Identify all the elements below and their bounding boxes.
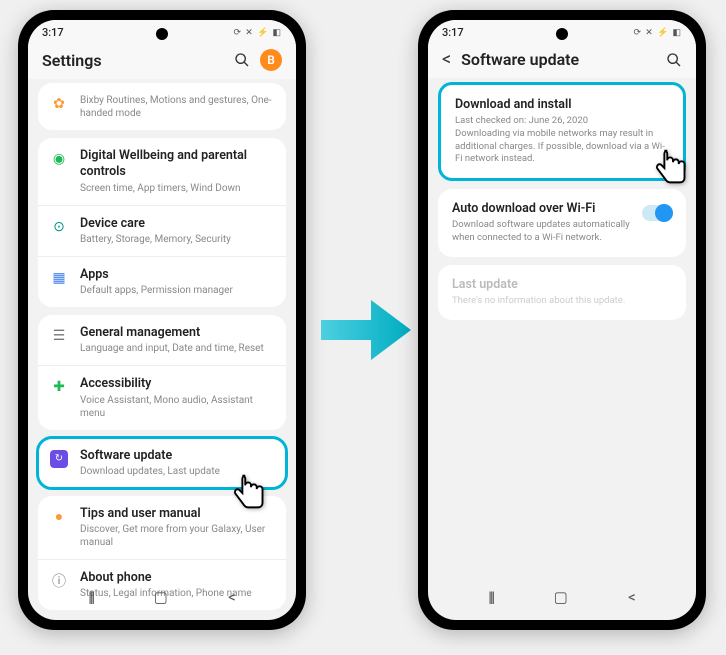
last-update-card: Last update There's no information about…	[438, 265, 686, 320]
status-time: 3:17	[442, 26, 464, 39]
auto-download-toggle[interactable]	[642, 205, 672, 221]
nav-home[interactable]: ▢	[554, 588, 568, 606]
wellbeing-icon: ◉	[50, 150, 68, 168]
row-accessibility[interactable]: ✚ Accessibility Voice Assistant, Mono au…	[38, 365, 286, 429]
software-update-header: < Software update	[428, 41, 696, 78]
settings-header: Settings B	[28, 41, 296, 79]
search-icon[interactable]	[234, 52, 250, 68]
settings-card-wellbeing: ◉ Digital Wellbeing and parental control…	[38, 138, 286, 307]
nav-recent[interactable]: |||	[88, 588, 93, 606]
row-title: Accessibility	[80, 376, 274, 392]
avatar[interactable]: B	[260, 49, 282, 71]
row-sub: Bixby Routines, Motions and gestures, On…	[80, 94, 274, 120]
row-wellbeing[interactable]: ◉ Digital Wellbeing and parental control…	[38, 138, 286, 205]
gear-icon: ✿	[50, 95, 68, 113]
row-tips[interactable]: ● Tips and user manual Discover, Get mor…	[38, 496, 286, 559]
general-icon: ☰	[50, 327, 68, 345]
row-title: Software update	[80, 448, 274, 464]
row-sub: Default apps, Permission manager	[80, 284, 274, 297]
search-icon[interactable]	[666, 52, 682, 68]
nav-bar: ||| ▢ <	[28, 580, 296, 614]
row-sub: Screen time, App timers, Wind Down	[80, 182, 274, 195]
phone-software-update: 3:17 ⟳ ✕ ⚡ ◧ < Software update Download …	[418, 10, 706, 630]
flow-arrow-icon	[316, 290, 416, 370]
status-icons: ⟳ ✕ ⚡ ◧	[633, 28, 682, 38]
row-sub: Download updates, Last update	[80, 465, 274, 478]
page-title: Software update	[461, 50, 656, 69]
tips-icon: ●	[50, 508, 68, 526]
nav-bar: ||| ▢ <	[428, 580, 696, 614]
row-title: Auto download over Wi-Fi	[452, 201, 632, 216]
devicecare-icon: ⊙	[50, 218, 68, 236]
settings-card-advanced: ✿ Bixby Routines, Motions and gestures, …	[38, 83, 286, 130]
row-sub: Last checked on: June 26, 2020 Downloadi…	[455, 115, 669, 166]
row-devicecare[interactable]: ⊙ Device care Battery, Storage, Memory, …	[38, 205, 286, 256]
row-sub: There's no information about this update…	[452, 295, 672, 308]
row-sub: Voice Assistant, Mono audio, Assistant m…	[80, 394, 274, 420]
camera-hole	[156, 28, 168, 40]
settings-card-general: ☰ General management Language and input,…	[38, 315, 286, 430]
row-sub: Language and input, Date and time, Reset	[80, 342, 274, 355]
status-icons: ⟳ ✕ ⚡ ◧	[233, 28, 282, 38]
row-sub: Battery, Storage, Memory, Security	[80, 233, 274, 246]
row-title: Tips and user manual	[80, 506, 274, 522]
row-software-update[interactable]: ↻ Software update Download updates, Last…	[38, 438, 286, 488]
row-bixby[interactable]: ✿ Bixby Routines, Motions and gestures, …	[38, 83, 286, 130]
nav-recent[interactable]: |||	[488, 588, 493, 606]
back-icon[interactable]: <	[442, 49, 451, 70]
download-install-card[interactable]: Download and install Last checked on: Ju…	[438, 82, 686, 181]
row-title: Device care	[80, 216, 274, 232]
page-title: Settings	[42, 51, 224, 70]
auto-download-card[interactable]: Auto download over Wi-Fi Download softwa…	[438, 189, 686, 257]
camera-hole	[556, 28, 568, 40]
software-update-icon: ↻	[50, 450, 68, 468]
settings-card-software: ↻ Software update Download updates, Last…	[38, 438, 286, 488]
nav-back[interactable]: <	[628, 588, 636, 606]
row-sub: Discover, Get more from your Galaxy, Use…	[80, 523, 274, 549]
status-time: 3:17	[42, 26, 64, 39]
row-general[interactable]: ☰ General management Language and input,…	[38, 315, 286, 365]
row-sub: Download software updates automatically …	[452, 219, 632, 245]
accessibility-icon: ✚	[50, 378, 68, 396]
row-title: General management	[80, 325, 274, 341]
nav-home[interactable]: ▢	[154, 588, 168, 606]
apps-icon: ▦	[50, 269, 68, 287]
nav-back[interactable]: <	[228, 588, 236, 606]
row-apps[interactable]: ▦ Apps Default apps, Permission manager	[38, 256, 286, 307]
row-title: Digital Wellbeing and parental controls	[80, 148, 274, 181]
row-title: Download and install	[455, 97, 669, 112]
row-title: Last update	[452, 277, 672, 292]
row-title: Apps	[80, 267, 274, 283]
phone-settings: 3:17 ⟳ ✕ ⚡ ◧ Settings B ✿ Bixby Routines…	[18, 10, 306, 630]
